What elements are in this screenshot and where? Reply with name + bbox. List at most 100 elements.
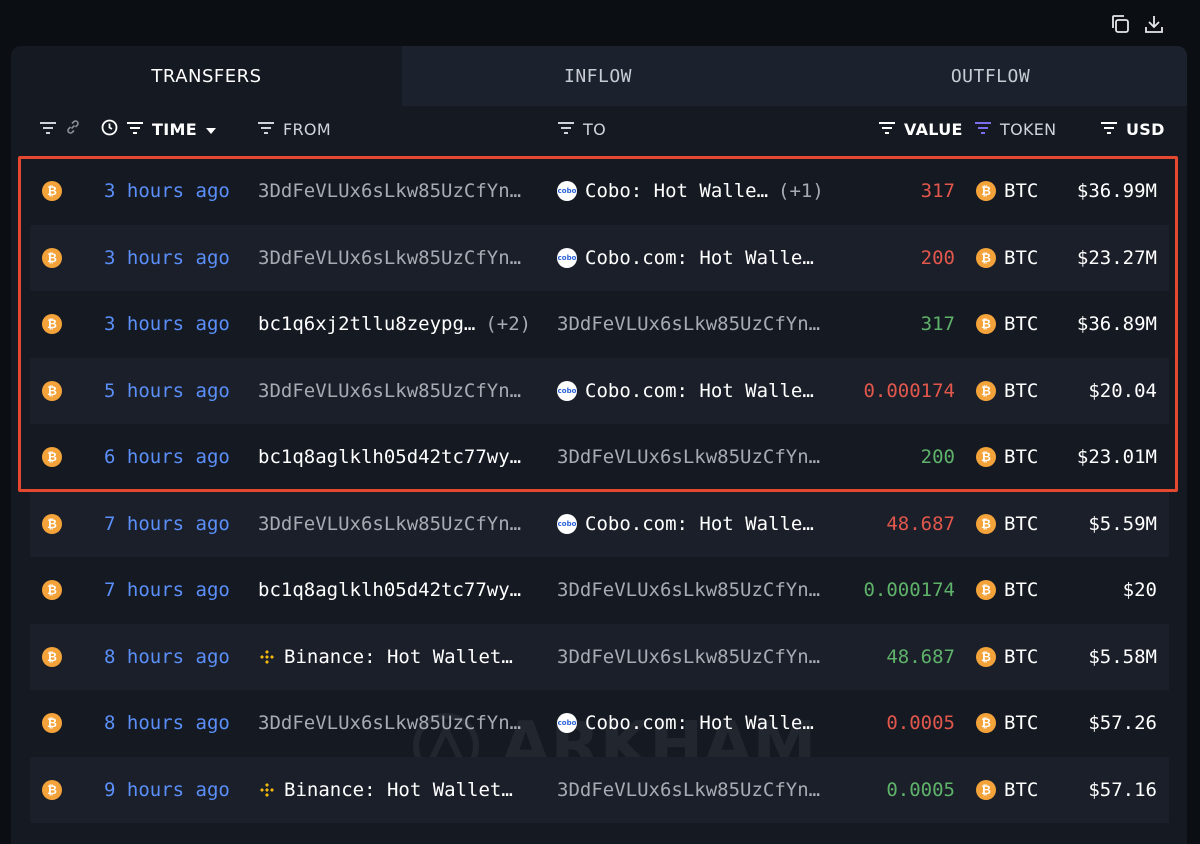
chain-cell: ₿	[42, 757, 62, 823]
value-amount: 0.000174	[863, 579, 955, 601]
bitcoin-icon: ₿	[42, 779, 62, 800]
tab-outflow[interactable]: OUTFLOW	[794, 46, 1187, 106]
bitcoin-icon: ₿	[42, 580, 62, 600]
time-link: 3 hours ago	[104, 313, 230, 335]
from-cell[interactable]: bc1q8aglklh05d42tc77wy…	[258, 424, 521, 490]
usd-amount: $23.01M	[1076, 446, 1157, 468]
link-icon[interactable]	[65, 119, 81, 139]
time-cell[interactable]: 3 hours ago	[104, 225, 230, 291]
token-cell[interactable]: ₿ BTC	[976, 225, 1038, 291]
table-row[interactable]: ₿ 8 hours ago 3DdFeVLUx6sLkw85UzCfYn… cobo C…	[30, 690, 1169, 756]
token-cell[interactable]: ₿ BTC	[976, 557, 1038, 623]
token-cell[interactable]: ₿ BTC	[976, 624, 1038, 690]
to-extra-count: (+1)	[778, 180, 824, 202]
to-cell[interactable]: 3DdFeVLUx6sLkw85UzCfYn…	[557, 757, 820, 823]
value-cell: 317	[921, 291, 955, 357]
usd-amount: $20.04	[1088, 379, 1157, 402]
token-cell[interactable]: ₿ BTC	[976, 158, 1038, 224]
token-cell[interactable]: ₿ BTC	[976, 757, 1038, 823]
table-row[interactable]: ₿ 5 hours ago 3DdFeVLUx6sLkw85UzCfYn… cobo C…	[30, 357, 1169, 424]
to-cell[interactable]: cobo Cobo.com: Hot Walle…	[557, 358, 814, 424]
cobo-icon: cobo	[557, 380, 577, 401]
table-row[interactable]: ₿ 8 hours ago Binance: Hot Wallet… 3DdFeVLU…	[30, 623, 1169, 690]
cobo-icon: cobo	[557, 247, 577, 268]
filter-icon[interactable]	[974, 120, 992, 139]
filter-icon[interactable]	[126, 120, 144, 139]
copy-icon[interactable]	[1108, 12, 1132, 36]
to-cell[interactable]: cobo Cobo: Hot Walle… (+1)	[557, 158, 824, 224]
time-cell[interactable]: 5 hours ago	[104, 358, 230, 424]
to-cell[interactable]: 3DdFeVLUx6sLkw85UzCfYn…	[557, 557, 820, 623]
usd-amount: $36.99M	[1076, 180, 1157, 202]
table-row[interactable]: ₿ 3 hours ago 3DdFeVLUx6sLkw85UzCfYn… cobo C…	[30, 158, 1169, 224]
header-from[interactable]: FROM	[257, 106, 331, 152]
time-cell[interactable]: 8 hours ago	[104, 624, 230, 690]
from-cell[interactable]: Binance: Hot Wallet…	[258, 624, 513, 690]
time-cell[interactable]: 3 hours ago	[104, 158, 230, 224]
token-cell[interactable]: ₿ BTC	[976, 491, 1038, 557]
from-cell[interactable]: bc1q8aglklh05d42tc77wy…	[258, 557, 521, 623]
from-cell[interactable]: bc1q6xj2tllu8zeypg… (+2)	[258, 291, 531, 357]
sort-down-icon[interactable]	[205, 120, 217, 139]
table-row[interactable]: ₿ 7 hours ago bc1q8aglklh05d42tc77wy… 3DdFe…	[30, 557, 1169, 623]
time-link: 8 hours ago	[104, 645, 230, 668]
table-row[interactable]: ₿ 6 hours ago bc1q8aglklh05d42tc77wy… 3DdFe…	[30, 424, 1169, 490]
to-cell[interactable]: 3DdFeVLUx6sLkw85UzCfYn…	[557, 424, 820, 490]
header-to[interactable]: TO	[557, 106, 606, 152]
cobo-icon: cobo	[557, 181, 577, 201]
download-icon[interactable]	[1142, 12, 1166, 36]
header-time[interactable]: TIME	[101, 106, 217, 152]
table-row[interactable]: ₿ 9 hours ago Binance: Hot Wallet… 3DdFeVLU…	[30, 756, 1169, 823]
filter-icon[interactable]	[557, 120, 575, 139]
usd-amount: $23.27M	[1076, 246, 1157, 269]
time-cell[interactable]: 7 hours ago	[104, 491, 230, 557]
from-cell[interactable]: 3DdFeVLUx6sLkw85UzCfYn…	[258, 158, 521, 224]
to-cell[interactable]: cobo Cobo.com: Hot Walle…	[557, 225, 814, 291]
to-cell[interactable]: 3DdFeVLUx6sLkw85UzCfYn…	[557, 624, 820, 690]
table-row[interactable]: ₿ 7 hours ago 3DdFeVLUx6sLkw85UzCfYn… cobo C…	[30, 490, 1169, 557]
from-cell[interactable]: 3DdFeVLUx6sLkw85UzCfYn…	[258, 690, 521, 756]
from-cell[interactable]: 3DdFeVLUx6sLkw85UzCfYn…	[258, 358, 521, 424]
usd-amount: $36.89M	[1076, 313, 1157, 335]
time-cell[interactable]: 8 hours ago	[104, 690, 230, 756]
header-token[interactable]: TOKEN	[974, 106, 1056, 152]
from-label: bc1q6xj2tllu8zeypg…	[258, 313, 476, 335]
filter-icon[interactable]	[1100, 120, 1118, 139]
time-cell[interactable]: 7 hours ago	[104, 557, 230, 623]
time-link: 3 hours ago	[104, 246, 230, 269]
token-cell[interactable]: ₿ BTC	[976, 424, 1038, 490]
time-cell[interactable]: 3 hours ago	[104, 291, 230, 357]
top-toolbar	[0, 0, 1200, 46]
filter-icon[interactable]	[39, 120, 57, 139]
table-row[interactable]: ₿ 3 hours ago bc1q6xj2tllu8zeypg… (+2) 3DdFe…	[30, 291, 1169, 357]
binance-icon	[258, 781, 276, 799]
chain-cell: ₿	[42, 624, 62, 690]
to-cell[interactable]: cobo Cobo.com: Hot Walle…	[557, 690, 814, 756]
value-cell: 0.000174	[863, 557, 955, 623]
header-filter-link[interactable]	[39, 106, 81, 152]
chain-cell: ₿	[42, 358, 62, 424]
table-row[interactable]: ₿ 3 hours ago 3DdFeVLUx6sLkw85UzCfYn… cobo C…	[30, 224, 1169, 291]
from-cell[interactable]: 3DdFeVLUx6sLkw85UzCfYn…	[258, 225, 521, 291]
header-value[interactable]: VALUE	[878, 106, 963, 152]
from-cell[interactable]: 3DdFeVLUx6sLkw85UzCfYn…	[258, 491, 521, 557]
chain-cell: ₿	[42, 424, 62, 490]
from-cell[interactable]: Binance: Hot Wallet…	[258, 757, 513, 823]
header-usd-label: USD	[1126, 119, 1165, 139]
to-cell[interactable]: 3DdFeVLUx6sLkw85UzCfYn…	[557, 291, 820, 357]
header-usd[interactable]: USD	[1100, 106, 1165, 152]
tab-inflow[interactable]: INFLOW	[402, 46, 794, 106]
filter-icon[interactable]	[257, 120, 275, 139]
token-cell[interactable]: ₿ BTC	[976, 291, 1038, 357]
token-symbol: BTC	[1004, 246, 1039, 269]
value-amount: 317	[920, 180, 955, 202]
tab-transfers[interactable]: TRANSFERS	[11, 46, 402, 106]
time-cell[interactable]: 9 hours ago	[104, 757, 230, 823]
token-cell[interactable]: ₿ BTC	[976, 690, 1038, 756]
usd-amount: $20	[1122, 579, 1157, 601]
filter-icon[interactable]	[878, 120, 896, 139]
header-value-label: VALUE	[904, 119, 963, 139]
time-cell[interactable]: 6 hours ago	[104, 424, 230, 490]
token-cell[interactable]: ₿ BTC	[976, 358, 1038, 424]
to-cell[interactable]: cobo Cobo.com: Hot Walle…	[557, 491, 814, 557]
